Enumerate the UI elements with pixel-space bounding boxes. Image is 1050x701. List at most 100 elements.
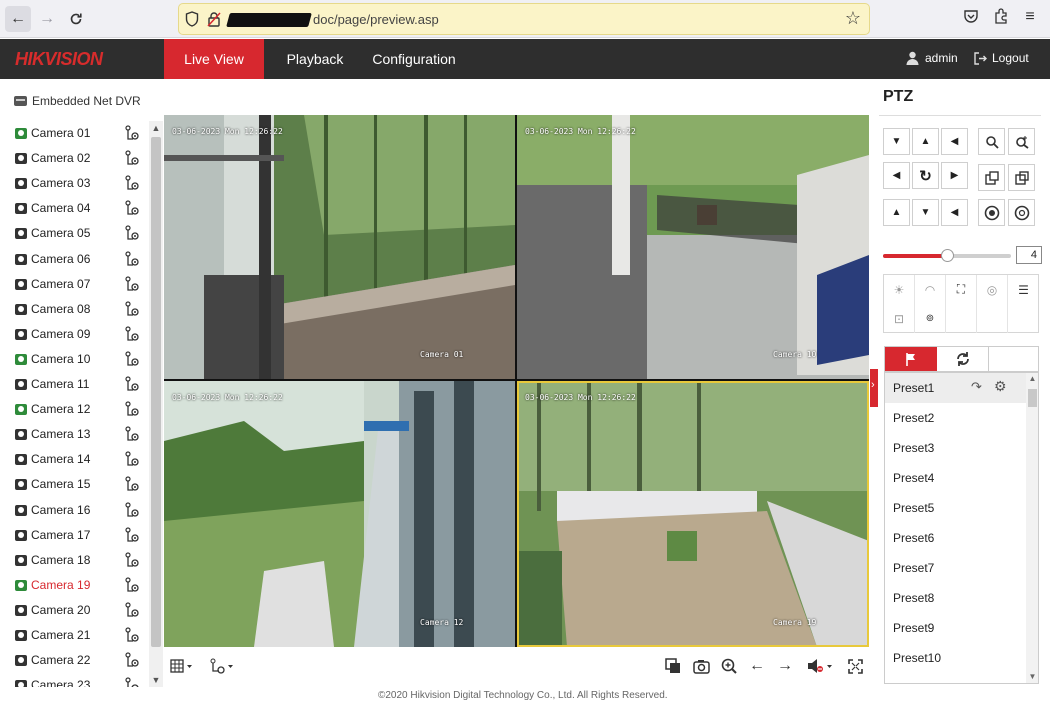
- tab-live-view[interactable]: Live View: [164, 39, 264, 79]
- zoom-in-icon[interactable]: [1008, 128, 1035, 155]
- preset-list-scrollbar[interactable]: ▲ ▼: [1026, 373, 1038, 683]
- tab-patrol[interactable]: [937, 347, 989, 371]
- preset-item[interactable]: Preset6: [885, 523, 1026, 553]
- stream-type-icon[interactable]: [124, 652, 140, 668]
- user-menu[interactable]: admin: [906, 51, 958, 65]
- video-tile-3[interactable]: 03-06-2023 Mon 12:26:22 Camera 12: [164, 381, 515, 647]
- tab-preset[interactable]: [885, 347, 937, 371]
- light-icon[interactable]: ☀: [884, 275, 915, 304]
- tab-configuration[interactable]: Configuration: [368, 39, 460, 79]
- video-tile-4[interactable]: 03-06-2023 Mon 12:26:22 Camera 19: [517, 381, 869, 647]
- camera-list-item[interactable]: Camera 02: [0, 146, 148, 171]
- stream-type-icon[interactable]: [124, 275, 140, 292]
- iris-open-icon[interactable]: [978, 199, 1005, 226]
- camera-list-scrollbar[interactable]: ▲ ▼: [149, 121, 163, 687]
- insecure-lock-icon[interactable]: [207, 11, 221, 27]
- camera-list-item[interactable]: Camera 09: [0, 322, 148, 347]
- camera-list-item[interactable]: Camera 15: [0, 472, 148, 497]
- camera-list-item[interactable]: Camera 18: [0, 548, 148, 573]
- stop-all-preview-icon[interactable]: [664, 657, 682, 675]
- ptz-left-button[interactable]: ◀: [883, 162, 910, 189]
- stream-type-icon[interactable]: [124, 552, 140, 568]
- camera-list-item[interactable]: Camera 14: [0, 447, 148, 472]
- next-page-arrow-icon[interactable]: →: [776, 657, 794, 675]
- preset-item[interactable]: Preset8: [885, 583, 1026, 613]
- camera-list-item[interactable]: Camera 19: [0, 573, 148, 598]
- bookmark-star-icon[interactable]: ☆: [845, 8, 861, 29]
- camera-list-item[interactable]: Camera 22: [0, 648, 148, 673]
- camera-list-item[interactable]: Camera 13: [0, 422, 148, 447]
- ptz-up-button[interactable]: ▲: [912, 128, 939, 155]
- stream-type-icon[interactable]: [124, 175, 140, 191]
- auxiliary-focus-icon[interactable]: ⊡: [884, 304, 915, 333]
- menu-icon[interactable]: ≡: [1019, 8, 1041, 26]
- preset-item[interactable]: Preset7: [885, 553, 1026, 583]
- extensions-icon[interactable]: [990, 8, 1012, 29]
- scroll-up-arrow-icon[interactable]: ▲: [1026, 373, 1038, 385]
- video-tile-2[interactable]: 03-06-2023 Mon 12:26:22 Camera 10: [517, 115, 869, 379]
- ptz-up-right-button[interactable]: ◀: [941, 128, 968, 155]
- camera-list-item[interactable]: Camera 01: [0, 121, 148, 146]
- camera-list-item[interactable]: Camera 23: [0, 673, 148, 687]
- camera-list-item[interactable]: Camera 05: [0, 221, 148, 246]
- camera-list-item[interactable]: Camera 21: [0, 623, 148, 648]
- stream-type-icon[interactable]: [124, 501, 140, 518]
- logout-button[interactable]: Logout: [974, 51, 1029, 65]
- zoom-out-icon[interactable]: [978, 128, 1005, 155]
- stream-type-icon[interactable]: [124, 150, 140, 166]
- scroll-thumb[interactable]: [151, 137, 161, 647]
- stream-type-icon[interactable]: [124, 577, 140, 593]
- stream-type-icon[interactable]: [124, 526, 140, 543]
- stream-type-icon[interactable]: [124, 301, 140, 317]
- stream-type-icon[interactable]: [124, 250, 140, 267]
- stream-type-button[interactable]: [208, 657, 236, 675]
- scroll-down-arrow-icon[interactable]: ▼: [1026, 671, 1038, 683]
- preset-item[interactable]: Preset9: [885, 613, 1026, 643]
- stream-type-icon[interactable]: [124, 125, 140, 141]
- manual-tracking-icon[interactable]: ⊚: [915, 304, 946, 333]
- camera-list-item[interactable]: Camera 11: [0, 372, 148, 397]
- preset-item[interactable]: Preset10: [885, 643, 1026, 673]
- scroll-down-arrow-icon[interactable]: ▼: [149, 673, 163, 687]
- stream-type-icon[interactable]: [124, 426, 140, 442]
- stream-type-icon[interactable]: [124, 627, 140, 643]
- camera-list-item[interactable]: Camera 06: [0, 247, 148, 272]
- pocket-icon[interactable]: [960, 8, 982, 29]
- ptz-auto-button[interactable]: ↻: [912, 162, 939, 189]
- previous-page-arrow-icon[interactable]: ←: [748, 657, 766, 675]
- device-tree-root[interactable]: Embedded Net DVR: [14, 94, 141, 108]
- stream-type-icon[interactable]: [124, 376, 140, 392]
- ptz-down-right-button[interactable]: ◀: [941, 199, 968, 226]
- preset-item[interactable]: Preset5: [885, 493, 1026, 523]
- stream-type-icon[interactable]: [124, 225, 140, 241]
- camera-list-item[interactable]: Camera 17: [0, 523, 148, 548]
- camera-list-item[interactable]: Camera 03: [0, 171, 148, 196]
- ptz-speed-slider[interactable]: [883, 249, 1011, 262]
- preset-item[interactable]: Preset3: [885, 433, 1026, 463]
- stream-type-icon[interactable]: [124, 602, 140, 618]
- video-tile-1[interactable]: 03-06-2023 Mon 12:26:22 Camera 01: [164, 115, 515, 379]
- stream-type-icon[interactable]: [124, 351, 140, 367]
- camera-list-item[interactable]: Camera 10: [0, 347, 148, 372]
- forward-arrow-icon[interactable]: →: [34, 6, 60, 32]
- capture-icon[interactable]: [692, 657, 710, 675]
- stream-type-icon[interactable]: [124, 401, 140, 417]
- digital-zoom-icon[interactable]: [720, 657, 738, 675]
- fullscreen-icon[interactable]: [846, 657, 864, 675]
- speed-slider-handle[interactable]: [941, 249, 954, 262]
- camera-list-item[interactable]: Camera 16: [0, 498, 148, 523]
- stream-type-icon[interactable]: [124, 200, 140, 216]
- wiper-icon[interactable]: ◠: [915, 275, 946, 304]
- ptz-up-left-button[interactable]: ▼: [883, 128, 910, 155]
- lens-init-icon[interactable]: ◎: [977, 275, 1008, 304]
- preset-item[interactable]: Preset2: [885, 403, 1026, 433]
- more-settings-icon[interactable]: ☰: [1008, 275, 1039, 304]
- stream-type-icon[interactable]: [124, 476, 140, 492]
- camera-list-item[interactable]: Camera 07: [0, 272, 148, 297]
- back-arrow-icon[interactable]: ←: [5, 6, 31, 32]
- ptz-down-left-button[interactable]: ▲: [883, 199, 910, 226]
- tracking-shield-icon[interactable]: [185, 11, 199, 27]
- collapse-panel-button[interactable]: [870, 369, 878, 407]
- tab-playback[interactable]: Playback: [272, 39, 358, 79]
- preset-item[interactable]: Preset1 ↷ ⚙: [885, 373, 1026, 403]
